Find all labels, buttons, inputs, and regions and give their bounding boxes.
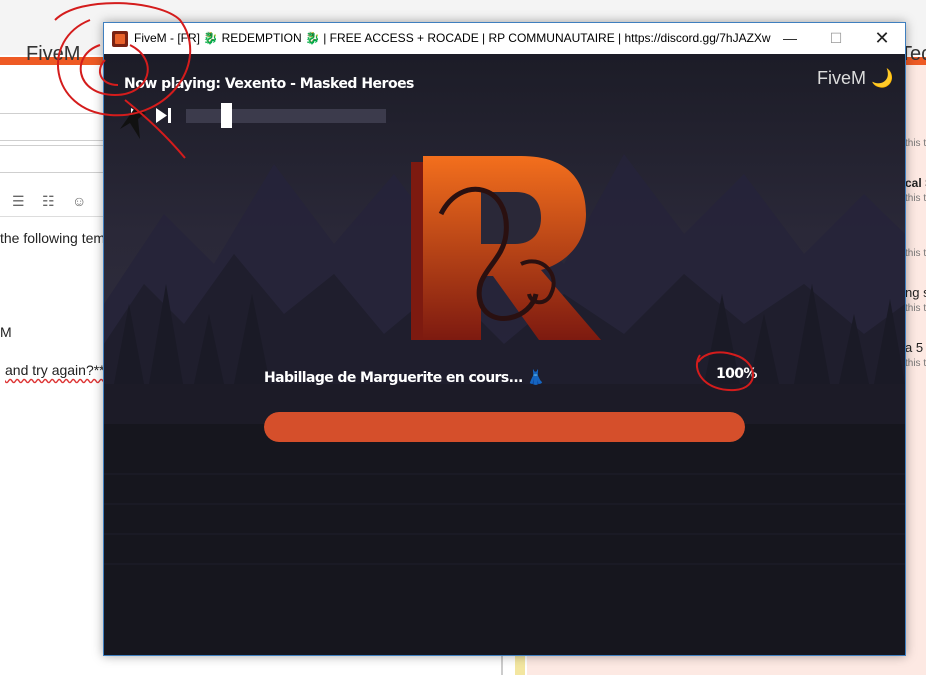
editor-field[interactable] xyxy=(0,145,104,173)
editor-field[interactable] xyxy=(0,113,104,141)
editor-area xyxy=(0,655,500,675)
sidebar-item[interactable]: this t xyxy=(905,193,926,204)
loading-progress-bar xyxy=(264,412,745,442)
sidebar-item[interactable]: cal S xyxy=(905,176,926,190)
sidebar-item[interactable]: this t xyxy=(905,303,926,314)
window-title: FiveM - [FR] 🐉 REDEMPTION 🐉 | FREE ACCES… xyxy=(134,31,771,45)
next-track-icon[interactable] xyxy=(156,108,172,123)
editor-line: M xyxy=(0,324,12,340)
sidebar-item[interactable]: a 5 xyxy=(905,340,923,355)
numbered-list-icon[interactable]: ☷ xyxy=(42,193,55,210)
loading-percent: 100% xyxy=(716,366,757,382)
fivem-window: FiveM - [FR] 🐉 REDEMPTION 🐉 | FREE ACCES… xyxy=(103,22,906,656)
volume-slider[interactable] xyxy=(186,109,386,123)
server-logo xyxy=(411,156,601,340)
moon-icon: 🌙 xyxy=(871,68,894,88)
editor-toolbar: ☰ ☷ ☺ xyxy=(0,190,103,217)
brand-name: FiveM xyxy=(817,68,866,88)
mouse-cursor-icon xyxy=(120,109,146,139)
now-playing-label: Now playing: Vexento - Masked Heroes xyxy=(124,76,414,92)
minimize-button[interactable]: — xyxy=(767,23,813,54)
sidebar-item[interactable]: this t xyxy=(905,248,926,259)
list-icon[interactable]: ☰ xyxy=(12,193,25,210)
sidebar-item[interactable]: ng s xyxy=(905,285,926,300)
loading-status: Habillage de Marguerite en cours... 👗 xyxy=(264,370,544,386)
sidebar-panel xyxy=(527,655,926,675)
emoji-icon[interactable]: ☺ xyxy=(72,193,86,209)
maximize-button[interactable]: ☐ xyxy=(813,23,859,54)
editor-line: the following tem xyxy=(0,230,106,246)
fivem-brand: FiveM 🌙 xyxy=(817,68,893,89)
volume-slider-handle[interactable] xyxy=(221,103,232,128)
browser-tab-left[interactable]: FiveM xyxy=(26,43,80,66)
close-button[interactable]: ✕ xyxy=(859,23,905,54)
scroll-marker xyxy=(515,655,525,675)
fivem-app-icon xyxy=(112,31,128,47)
editor-line: and try again?** xyxy=(5,362,105,378)
sidebar-panel xyxy=(905,65,926,675)
sidebar-item[interactable]: this t xyxy=(905,358,926,369)
window-titlebar[interactable]: FiveM - [FR] 🐉 REDEMPTION 🐉 | FREE ACCES… xyxy=(104,23,905,54)
loading-screen: Now playing: Vexento - Masked Heroes Fiv… xyxy=(104,54,905,655)
sidebar-item[interactable]: this t xyxy=(905,138,926,149)
loading-progress-fill xyxy=(264,412,745,442)
forest-background xyxy=(104,154,905,655)
